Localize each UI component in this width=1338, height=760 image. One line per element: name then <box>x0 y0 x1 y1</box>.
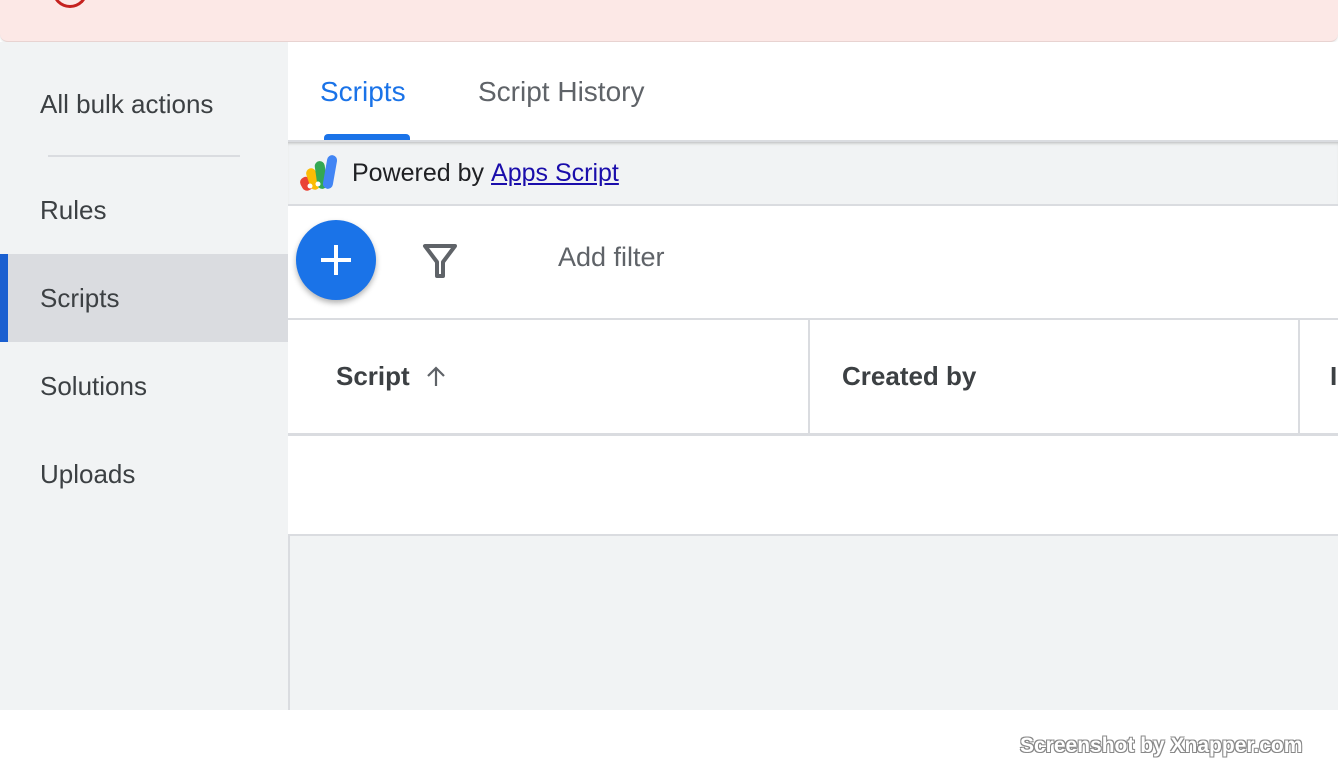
error-icon <box>52 0 88 8</box>
sidebar-item-rules[interactable]: Rules <box>0 166 288 254</box>
arrow-up-icon[interactable] <box>424 365 448 389</box>
powered-by-text: Powered by <box>352 158 485 187</box>
tab-label: Script History <box>478 76 645 107</box>
tab-scripts[interactable]: Scripts <box>320 42 406 142</box>
add-script-button[interactable] <box>296 220 376 300</box>
column-divider <box>1298 320 1300 433</box>
sidebar-item-uploads[interactable]: Uploads <box>0 430 288 518</box>
tab-script-history[interactable]: Script History <box>478 42 644 142</box>
watermark: Screenshot by Xnapper.com <box>1020 734 1303 757</box>
plus-icon <box>321 245 351 275</box>
sidebar-item-label: Scripts <box>40 282 120 313</box>
apps-script-link[interactable]: Apps Script <box>491 159 619 188</box>
filter-icon[interactable] <box>422 242 458 282</box>
sidebar-item-label: Rules <box>40 194 107 225</box>
sidebar-item-label: Solutions <box>40 370 147 401</box>
sidebar-item-label: Uploads <box>40 458 136 489</box>
column-divider <box>808 320 810 433</box>
column-header-label: Script <box>336 361 410 391</box>
sidebar-item-label: All bulk actions <box>40 88 214 119</box>
column-header-label: Created by <box>842 361 977 391</box>
column-header-script[interactable]: Script <box>336 320 448 433</box>
add-filter-button[interactable]: Add filter <box>558 242 665 273</box>
tab-label: Scripts <box>320 76 406 107</box>
sidebar: All bulk actions Rules Scripts Solutions… <box>0 42 288 710</box>
column-header-truncated[interactable]: I <box>1330 320 1338 433</box>
column-header-created-by[interactable]: Created by <box>842 320 976 433</box>
sidebar-item-all-bulk-actions[interactable]: All bulk actions <box>0 60 288 148</box>
active-tab-indicator <box>324 134 410 140</box>
tab-bar: Scripts Script History <box>288 42 1338 142</box>
alert-banner <box>0 0 1338 42</box>
toolbar: Add filter <box>288 206 1338 320</box>
sidebar-item-solutions[interactable]: Solutions <box>0 342 288 430</box>
table-body-empty <box>288 436 1338 536</box>
apps-script-logo-icon <box>300 155 338 191</box>
sidebar-divider <box>48 155 240 157</box>
content-border <box>288 536 290 710</box>
powered-by-bar: Powered by Apps Script <box>288 142 1338 206</box>
sidebar-item-scripts[interactable]: Scripts <box>0 254 288 342</box>
column-header-label: I <box>1330 361 1338 391</box>
main-content: Scripts Script History Powered by Apps S… <box>288 42 1338 710</box>
table-header: Script Created by I <box>288 320 1338 436</box>
